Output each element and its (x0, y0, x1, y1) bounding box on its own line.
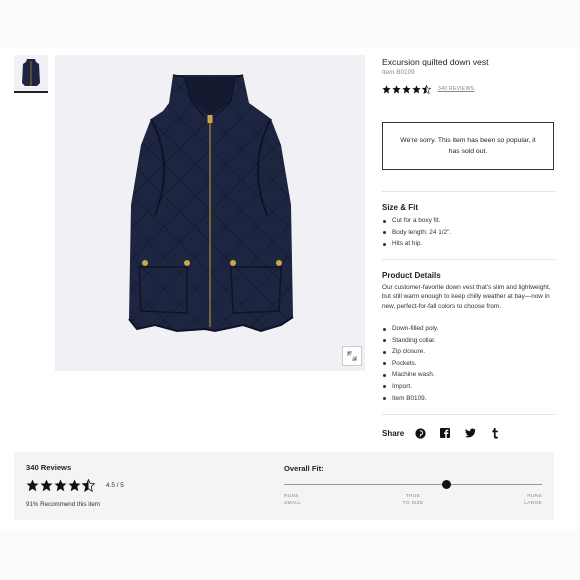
thumbnail-selected-indicator (14, 91, 48, 93)
list-item: Cut for a boxy fit. (382, 215, 451, 227)
fit-label-line: TO SIZE (402, 501, 424, 506)
list-item: Hits at hip. (382, 238, 451, 250)
reviews-link[interactable]: 340 REVIEWS (438, 86, 474, 92)
reviews-rating: 4.5 / 5 (26, 479, 124, 492)
list-item: Item B0109. (382, 393, 438, 405)
star-half-icon (82, 479, 95, 492)
list-item: Zip closure. (382, 346, 438, 358)
star-icon (26, 479, 39, 492)
fit-label-line: LARGE (524, 501, 542, 506)
fit-scale-track (284, 484, 542, 485)
pinterest-icon[interactable] (414, 427, 426, 439)
soldout-notice: We're sorry. This item has been so popul… (382, 122, 554, 170)
size-fit-heading: Size & Fit (382, 203, 419, 212)
star-icon (382, 84, 391, 94)
product-image (55, 55, 365, 371)
expand-icon (347, 351, 357, 361)
list-item: Body length: 24 1/2". (382, 227, 451, 239)
divider (382, 414, 555, 415)
product-rating: 340 REVIEWS (382, 84, 474, 94)
product-title: Excursion quilted down vest (382, 57, 489, 67)
product-description: Our customer-favorite down vest that's s… (382, 284, 551, 310)
divider (382, 259, 555, 260)
list-item: Import. (382, 381, 438, 393)
fit-label-line: SMALL (284, 501, 302, 506)
fit-label-large: RUNS LARGE (510, 493, 542, 507)
divider (382, 191, 555, 192)
recommend-percentage: 91% Recommend this item (26, 501, 100, 508)
share-label: Share (382, 428, 405, 438)
size-fit-list: Cut for a boxy fit. Body length: 24 1/2"… (382, 215, 451, 250)
list-item: Machine wash. (382, 369, 438, 381)
fit-label-line: RUNS (527, 494, 542, 499)
fit-label-line: TRUE (405, 494, 421, 499)
fit-label-true: TRUE TO SIZE (393, 493, 433, 507)
star-icon (402, 84, 411, 94)
fit-label-line: RUNS (284, 494, 299, 499)
product-thumbnail[interactable] (14, 55, 48, 91)
zoom-button[interactable] (342, 346, 362, 366)
star-icon (40, 479, 53, 492)
twitter-icon[interactable] (464, 427, 476, 439)
star-icon (54, 479, 67, 492)
bottom-band (0, 530, 580, 580)
share-bar: Share (382, 426, 514, 440)
review-count: 340 Reviews (26, 463, 72, 472)
facebook-icon[interactable] (439, 427, 451, 439)
product-details-heading: Product Details (382, 271, 441, 280)
product-details-list: Down-filled poly. Standing collar. Zip c… (382, 323, 438, 404)
list-item: Standing collar. (382, 335, 438, 347)
item-number: Item B0109 (382, 69, 415, 76)
star-half-icon (422, 84, 431, 94)
star-icon (68, 479, 81, 492)
overall-fit-title: Overall Fit: (284, 464, 324, 473)
top-band (0, 0, 580, 48)
fit-scale-marker (442, 480, 452, 489)
fit-label-small: RUNS SMALL (284, 493, 301, 507)
tumblr-icon[interactable] (489, 427, 501, 439)
list-item: Down-filled poly. (382, 323, 438, 335)
list-item: Pockets. (382, 358, 438, 370)
review-score: 4.5 / 5 (106, 482, 124, 489)
star-icon (392, 84, 401, 94)
soldout-message: We're sorry. This item has been so popul… (400, 137, 536, 155)
star-icon (412, 84, 421, 94)
